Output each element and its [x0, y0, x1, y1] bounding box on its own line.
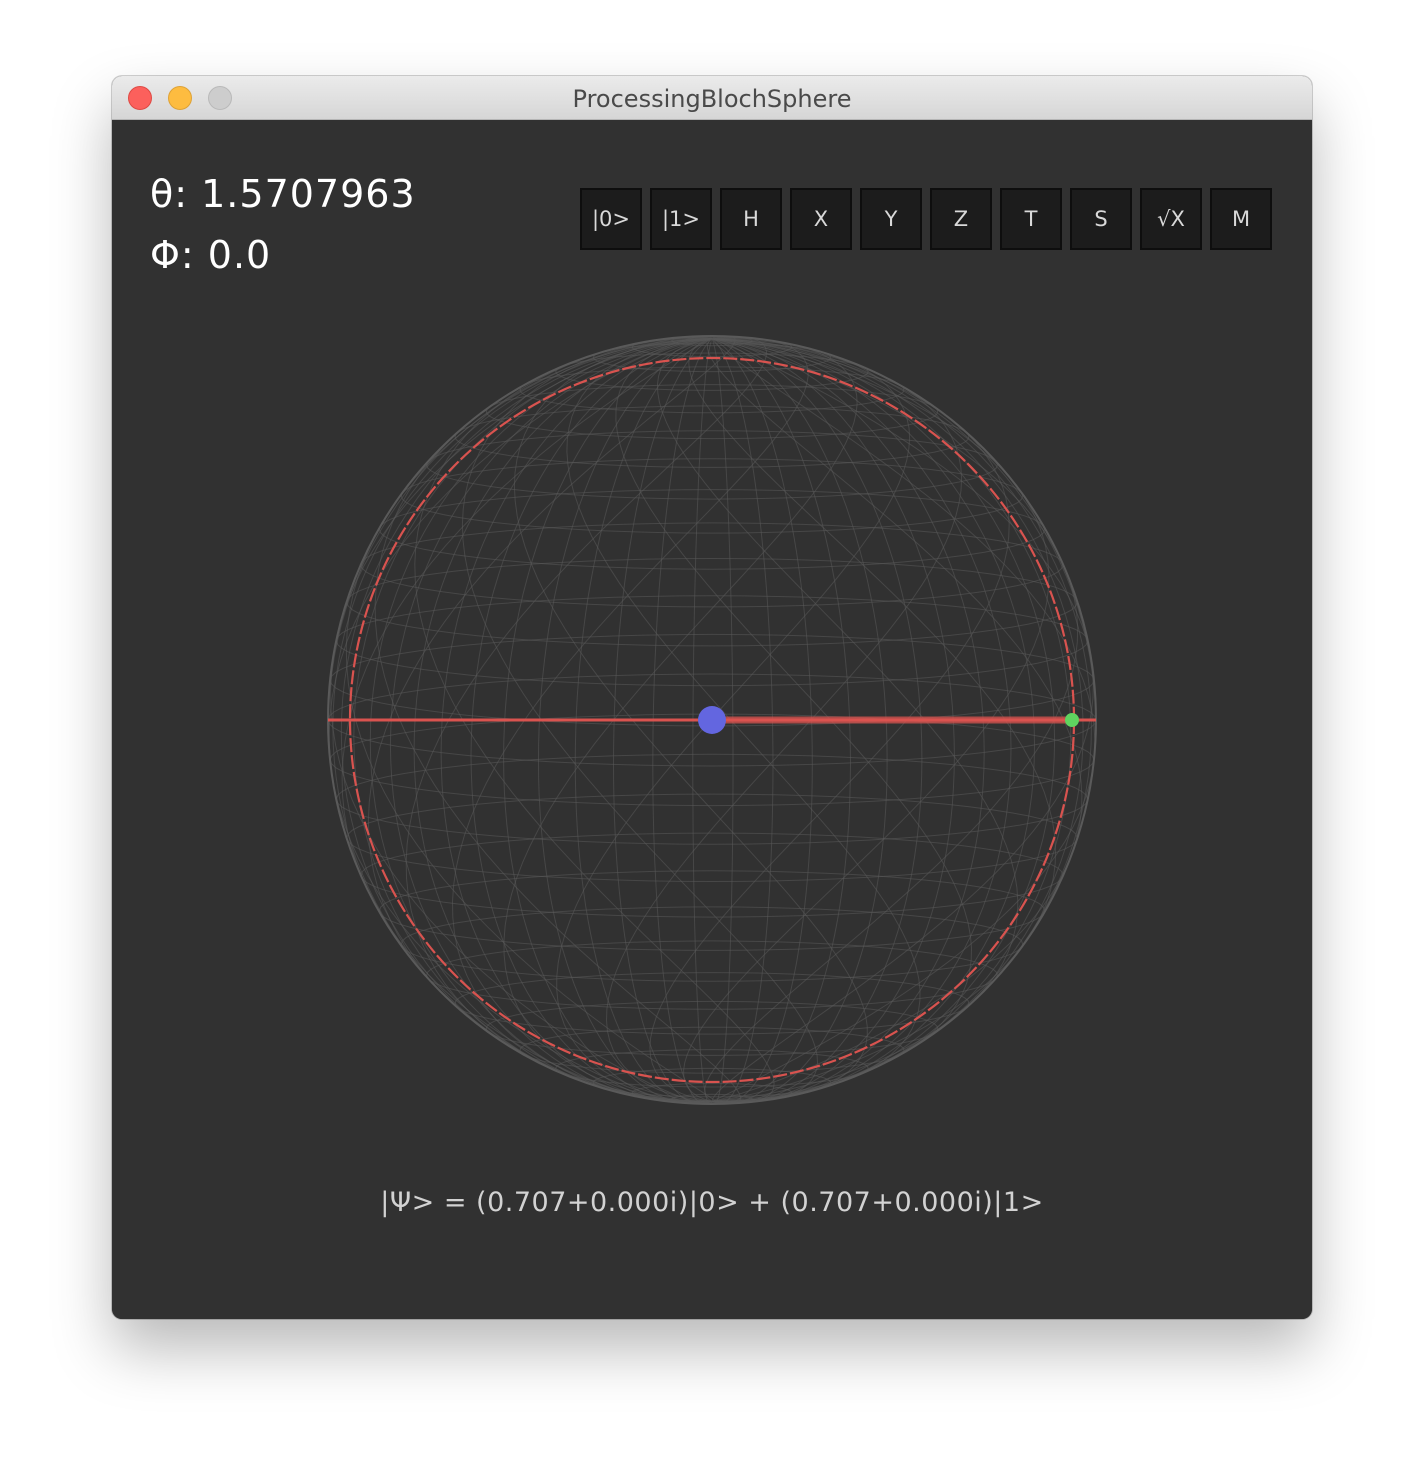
- gate-z-button[interactable]: Z: [930, 188, 992, 250]
- window-title: ProcessingBlochSphere: [572, 85, 852, 113]
- gate-t-button[interactable]: T: [1000, 188, 1062, 250]
- wireframe-line-21: [426, 430, 998, 500]
- state-vector-text: |Ψ> = (0.707+0.000i)|0> + (0.707+0.000i)…: [380, 1187, 1044, 1218]
- phi-readout: Φ: 0.0: [150, 233, 272, 277]
- wireframe-line-20: [400, 458, 1024, 534]
- bloch-canvas[interactable]: θ: 1.5707963 Φ: 0.0 |0> |1> H X Y Z T S …: [112, 120, 1312, 1319]
- gate-ket1-button[interactable]: |1>: [650, 188, 712, 250]
- gate-s-button[interactable]: S: [1070, 188, 1132, 250]
- wireframe-line-12: [335, 753, 1089, 845]
- state-point-marker: [1065, 713, 1079, 727]
- wireframe-line-19: [378, 489, 1046, 570]
- gate-h-button[interactable]: H: [720, 188, 782, 250]
- wireframe-line-6: [454, 972, 970, 1035]
- theta-readout: θ: 1.5707963: [150, 172, 416, 216]
- app-window: ProcessingBlochSphere θ: 1.5707963 Φ: 0.…: [112, 76, 1312, 1319]
- gate-ket0-button[interactable]: |0>: [580, 188, 642, 250]
- gate-sqrtx-button[interactable]: √X: [1140, 188, 1202, 250]
- bloch-sphere[interactable]: [324, 332, 1100, 1108]
- title-bar[interactable]: ProcessingBlochSphere: [112, 76, 1312, 120]
- wireframe-line-7: [426, 940, 998, 1010]
- sphere-center-dot: [698, 706, 726, 734]
- wireframe-line-16: [335, 595, 1089, 687]
- gate-y-button[interactable]: Y: [860, 188, 922, 250]
- gate-toolbar: |0> |1> H X Y Z T S √X M: [580, 188, 1272, 250]
- wireframe-line-8: [400, 906, 1024, 982]
- wireframe-line-22: [454, 405, 970, 468]
- gate-measure-button[interactable]: M: [1210, 188, 1272, 250]
- gate-x-button[interactable]: X: [790, 188, 852, 250]
- wireframe-line-17: [346, 557, 1078, 647]
- wireframe-line-9: [378, 870, 1046, 951]
